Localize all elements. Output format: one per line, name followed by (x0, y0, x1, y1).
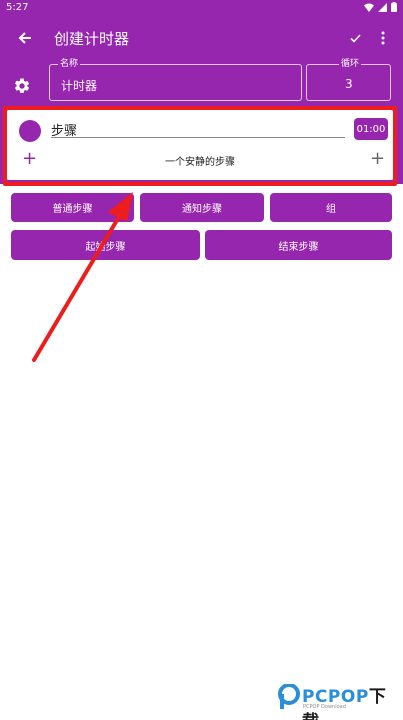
add-normal-step-button[interactable]: 普通步骤 (11, 193, 134, 222)
settings-button[interactable] (10, 74, 34, 98)
status-time: 5:27 (6, 2, 29, 13)
pcpop-logo-icon (278, 684, 300, 709)
more-options-button[interactable] (373, 26, 393, 50)
status-bar: 5:27 (0, 0, 403, 16)
add-notify-step-button[interactable]: 通知步骤 (140, 193, 264, 222)
watermark-subtitle: PCPOP Download (303, 704, 346, 710)
name-field-label: 名称 (58, 58, 81, 70)
check-icon (349, 33, 361, 43)
loop-field-label: 循环 (339, 58, 362, 70)
add-start-step-button[interactable]: 起始步骤 (11, 230, 200, 260)
watermark-brand: PCPOP下载 (302, 687, 387, 720)
gear-icon (14, 78, 30, 93)
name-field[interactable]: 名称 计时器 (49, 58, 302, 101)
watermark: PCPOP下载 PCPOP Download (276, 680, 400, 720)
save-button[interactable] (343, 26, 367, 50)
wifi-icon (364, 3, 374, 12)
battery-icon (391, 2, 397, 12)
add-group-button[interactable]: 组 (270, 193, 392, 222)
status-icons (364, 2, 397, 12)
loop-field[interactable]: 循环 3 (306, 58, 391, 101)
add-end-step-button[interactable]: 结束步骤 (205, 230, 392, 260)
loop-field-value: 3 (345, 77, 353, 91)
toolbar: 创建计时器 (0, 20, 403, 56)
signal-icon (378, 2, 387, 12)
back-button[interactable] (12, 25, 38, 51)
arrow-back-icon (18, 32, 31, 44)
name-field-value: 计时器 (61, 79, 98, 93)
screen: 5:27 创建计时器 名称 计时器 循环 3 步骤 01:00 + 一个安静的步… (0, 0, 403, 720)
annotation-highlight-box (3, 106, 397, 186)
more-vert-icon (381, 31, 385, 45)
page-title: 创建计时器 (54, 30, 130, 48)
